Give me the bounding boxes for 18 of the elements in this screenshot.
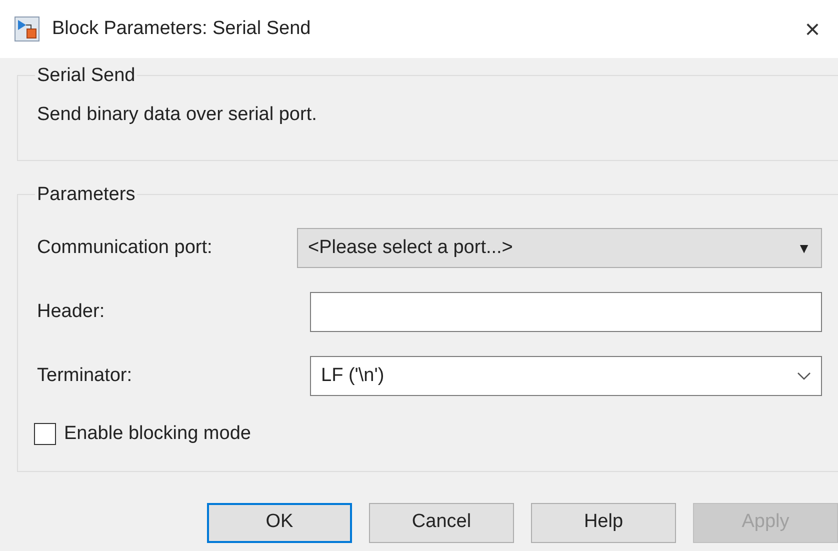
window-title: Block Parameters: Serial Send [52, 16, 311, 41]
dialog-button[interactable]: Help [531, 502, 676, 542]
field-label: Terminator: [37, 364, 134, 388]
group-title: Parameters [36, 185, 136, 204]
field-label: Communication port: [37, 236, 214, 260]
chevron-down-icon [797, 372, 811, 380]
close-button[interactable]: × [800, 16, 824, 42]
checkbox[interactable] [34, 423, 56, 446]
group-title: Serial Send [36, 66, 136, 85]
checkbox-label: Enable blocking mode [64, 422, 251, 446]
port-dropdown[interactable]: <Please select a port...> ▼ [297, 228, 822, 268]
terminator-dropdown[interactable]: LF ('\n') [310, 356, 822, 396]
dialog-button[interactable]: OK [207, 502, 352, 542]
block-icon [14, 16, 40, 42]
description-text: Send binary data over serial port. [37, 103, 318, 127]
input-field[interactable] [310, 292, 822, 332]
field-label: Header: [37, 300, 106, 324]
dialog-button[interactable]: Cancel [369, 502, 514, 542]
